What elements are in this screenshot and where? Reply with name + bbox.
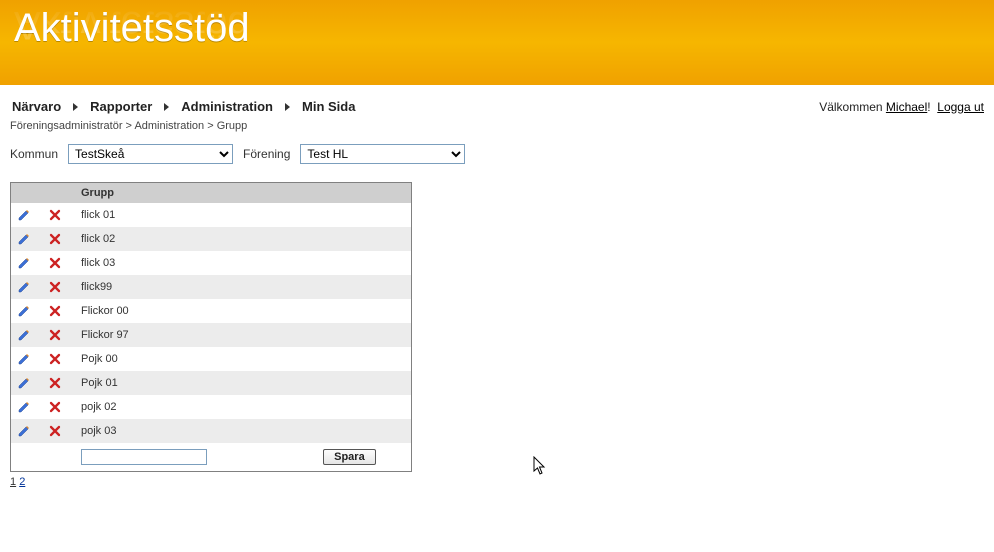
table-row: flick 01 xyxy=(11,203,411,227)
group-name-cell: Flickor 00 xyxy=(75,299,411,323)
chevron-right-icon xyxy=(285,103,290,111)
pager: 1 2 xyxy=(0,472,994,488)
group-table: Grupp flick 01flick 02flick 03flick99Fli… xyxy=(11,183,411,471)
breadcrumb-part: Administration xyxy=(134,120,204,132)
nav-item-minsida[interactable]: Min Sida xyxy=(300,99,357,114)
nav-item-administration[interactable]: Administration xyxy=(179,99,275,114)
pencil-icon[interactable] xyxy=(17,304,37,318)
delete-icon[interactable] xyxy=(49,353,69,365)
table-row: pojk 02 xyxy=(11,395,411,419)
group-name-cell: flick 03 xyxy=(75,251,411,275)
table-row: flick 02 xyxy=(11,227,411,251)
group-name-cell: pojk 02 xyxy=(75,395,411,419)
delete-icon[interactable] xyxy=(49,305,69,317)
welcome-exclaim: ! xyxy=(927,100,930,114)
pencil-icon[interactable] xyxy=(17,400,37,414)
group-name-cell: Pojk 01 xyxy=(75,371,411,395)
table-row: Pojk 00 xyxy=(11,347,411,371)
delete-icon[interactable] xyxy=(49,209,69,221)
pager-page-link[interactable]: 2 xyxy=(19,476,25,488)
app-title-reflection: Aktivitetsstöd xyxy=(14,2,250,47)
logout-link[interactable]: Logga ut xyxy=(937,100,984,114)
breadcrumb: Föreningsadministratör > Administration … xyxy=(0,116,994,140)
group-name-cell: flick99 xyxy=(75,275,411,299)
pencil-icon[interactable] xyxy=(17,256,37,270)
app-banner: Aktivitetsstöd Aktivitetsstöd xyxy=(0,0,994,85)
group-table-wrap: Grupp flick 01flick 02flick 03flick99Fli… xyxy=(10,182,412,472)
pencil-icon[interactable] xyxy=(17,424,37,438)
delete-icon[interactable] xyxy=(49,377,69,389)
nav-item-narvaro[interactable]: Närvaro xyxy=(10,99,63,114)
delete-icon[interactable] xyxy=(49,329,69,341)
delete-icon[interactable] xyxy=(49,257,69,269)
primary-nav: Närvaro Rapporter Administration Min Sid… xyxy=(10,99,357,114)
delete-icon[interactable] xyxy=(49,281,69,293)
pencil-icon[interactable] xyxy=(17,232,37,246)
delete-icon[interactable] xyxy=(49,401,69,413)
table-row: Flickor 97 xyxy=(11,323,411,347)
col-delete-header xyxy=(43,183,75,203)
group-name-cell: pojk 03 xyxy=(75,419,411,443)
table-row: Pojk 01 xyxy=(11,371,411,395)
kommun-select[interactable]: TestSkeå xyxy=(68,144,233,164)
col-grupp-header: Grupp xyxy=(75,183,411,203)
pager-page-current: 1 xyxy=(10,476,16,488)
breadcrumb-part: Grupp xyxy=(217,120,248,132)
delete-icon[interactable] xyxy=(49,425,69,437)
col-edit-header xyxy=(11,183,43,203)
table-row: Flickor 00 xyxy=(11,299,411,323)
chevron-right-icon xyxy=(73,103,78,111)
pencil-icon[interactable] xyxy=(17,352,37,366)
nav-item-rapporter[interactable]: Rapporter xyxy=(88,99,154,114)
welcome-prefix: Välkommen xyxy=(819,100,886,114)
forening-select[interactable]: Test HL xyxy=(300,144,465,164)
table-row: flick 03 xyxy=(11,251,411,275)
chevron-right-icon xyxy=(164,103,169,111)
new-group-input[interactable] xyxy=(81,449,207,465)
group-name-cell: Flickor 97 xyxy=(75,323,411,347)
group-name-cell: flick 02 xyxy=(75,227,411,251)
forening-label: Förening xyxy=(243,147,290,161)
user-link[interactable]: Michael xyxy=(886,100,927,114)
group-name-cell: flick 01 xyxy=(75,203,411,227)
kommun-label: Kommun xyxy=(10,147,58,161)
save-button[interactable]: Spara xyxy=(323,449,376,465)
group-name-cell: Pojk 00 xyxy=(75,347,411,371)
pencil-icon[interactable] xyxy=(17,280,37,294)
pencil-icon[interactable] xyxy=(17,328,37,342)
pencil-icon[interactable] xyxy=(17,208,37,222)
table-row: pojk 03 xyxy=(11,419,411,443)
breadcrumb-part: Föreningsadministratör xyxy=(10,120,123,132)
delete-icon[interactable] xyxy=(49,233,69,245)
welcome-text: Välkommen Michael! Logga ut xyxy=(819,100,984,114)
pencil-icon[interactable] xyxy=(17,376,37,390)
table-row: flick99 xyxy=(11,275,411,299)
